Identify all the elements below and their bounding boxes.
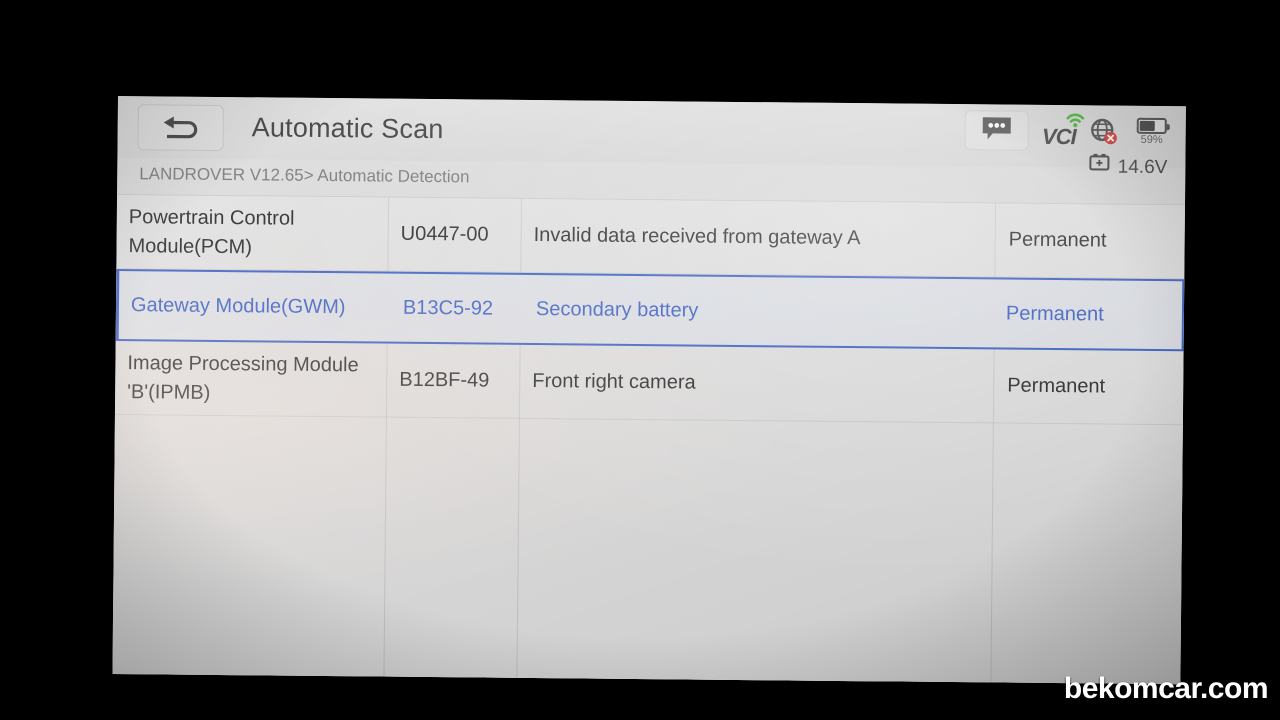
status-icon-tray: VCI 59% — [964, 106, 1172, 156]
chat-bubble-icon — [980, 114, 1014, 147]
cell-status: Permanent — [1005, 302, 1104, 325]
breadcrumb: LANDROVER V12.65> Automatic Detection — [139, 164, 470, 187]
cell-status: Permanent — [1007, 374, 1106, 398]
cell-description: Secondary battery — [535, 297, 699, 322]
cell-description: Invalid data received from gateway A — [533, 223, 861, 250]
back-arrow-icon — [159, 113, 203, 141]
wifi-icon — [1066, 111, 1085, 133]
cell-description: Front right camera — [532, 369, 696, 394]
chat-button[interactable] — [964, 110, 1030, 151]
cell-status: Permanent — [1008, 228, 1107, 252]
app-header: Automatic Scan VCI 59% — [117, 96, 1186, 169]
car-battery-icon — [1089, 151, 1111, 182]
battery-indicator: 59% — [1132, 117, 1172, 147]
back-button[interactable] — [137, 104, 224, 152]
cell-code: U0447-00 — [400, 222, 489, 246]
empty-list-area — [112, 414, 1183, 685]
cell-module: Image Processing Module 'B'(IPMB) — [127, 352, 359, 404]
voltage-indicator: 14.6V — [1089, 151, 1168, 183]
cell-module: Powertrain Control Module(PCM) — [128, 206, 295, 258]
cell-module: Gateway Module(GWM) — [130, 293, 346, 318]
photo-of-tablet: Automatic Scan VCI 59% LANDROVER V12.65>… — [0, 0, 1280, 720]
vci-status-icon[interactable]: VCI — [1042, 113, 1085, 149]
dtc-table: Powertrain Control Module(PCM) U0447-00 … — [112, 194, 1186, 685]
voltage-value: 14.6V — [1117, 156, 1168, 178]
watermark: bekomcar.com — [1063, 672, 1269, 705]
battery-fill — [1139, 120, 1155, 131]
diagnostic-tablet-screen: Automatic Scan VCI 59% LANDROVER V12.65>… — [112, 96, 1186, 685]
table-row[interactable]: Gateway Module(GWM) B13C5-92 Secondary b… — [115, 268, 1185, 352]
page-title: Automatic Scan — [251, 112, 444, 145]
table-row[interactable]: Image Processing Module 'B'(IPMB) B12BF-… — [114, 340, 1184, 426]
cell-code: B12BF-49 — [399, 368, 490, 392]
cell-code: B13C5-92 — [402, 296, 494, 320]
globe-offline-icon[interactable] — [1089, 116, 1119, 146]
battery-percent-label: 59% — [1140, 133, 1163, 147]
table-row[interactable]: Powertrain Control Module(PCM) U0447-00 … — [116, 194, 1186, 280]
battery-icon — [1136, 117, 1167, 135]
